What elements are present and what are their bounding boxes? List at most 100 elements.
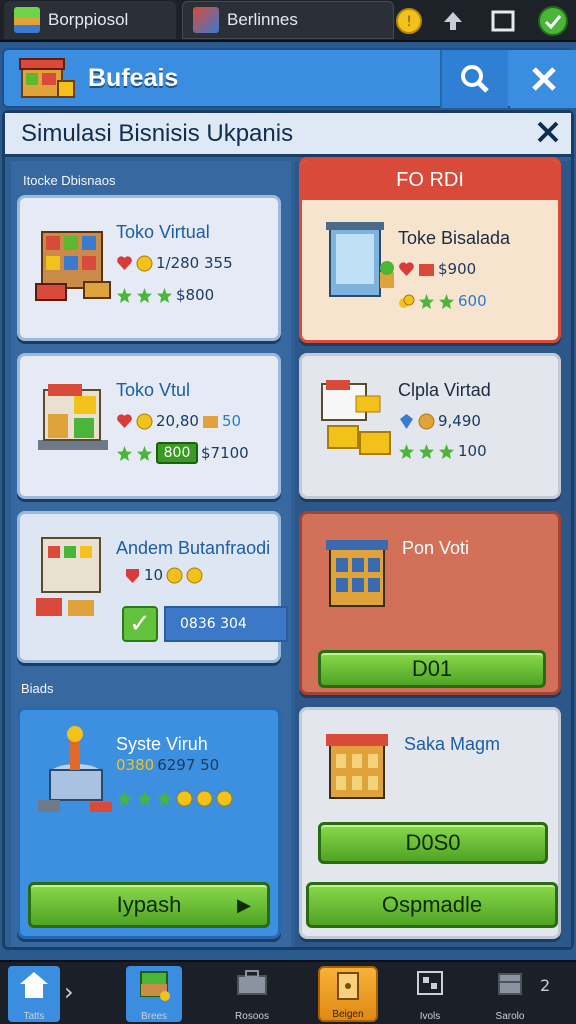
buy-button[interactable]: D0S0 [318,822,548,864]
stat-value: 50 [221,412,242,430]
heart-icon [116,413,133,430]
shop-shelf-icon [35,231,111,301]
app-header: Bufeais [2,48,576,108]
close-icon [537,121,559,143]
box-icon [202,413,219,430]
nav-building[interactable]: Beigen [318,966,378,1022]
business-card-toko-vtul[interactable]: Toko Vtul 20,80 50 800 $7100 [17,353,281,499]
coin-icon [418,413,435,430]
tab-business[interactable]: Berlinnes [182,1,394,39]
cheese-stall-icon [321,380,391,455]
search-icon [461,65,489,93]
star-icon [116,445,133,462]
stats-row [116,790,233,807]
star-icon [136,287,153,304]
building-icon [326,540,388,607]
nav-home[interactable]: Tatts [8,966,60,1022]
card-title: Toke Bisalada [398,228,511,248]
stats-row: 100 [398,442,487,460]
stats-row: 10 [124,566,203,584]
crate-icon [498,973,522,995]
tab-game[interactable]: Borppiosol [4,1,176,39]
confirm-checkbox[interactable]: ✓ [122,606,158,642]
bottom-navigation: Tatts › Brees Rosoos Beigen Ivols Sarolo… [0,960,576,1024]
coin-icon [176,790,193,807]
toolbox-icon [237,970,267,995]
expand-button[interactable]: Ospmadle [306,882,558,928]
business-card-toko-virtual[interactable]: Toko Virtual 1/280 355 $800 [17,195,281,341]
star-icon [438,443,455,460]
store-logo-icon [19,58,75,98]
business-card-clpla-virtad[interactable]: Clpla Virtad 9,490 100 [299,353,561,499]
nav-storage[interactable]: Sarolo [484,966,536,1022]
upgrade-button[interactable]: Iypash ▶ [28,882,270,928]
kiosk-icon [326,222,394,297]
shield-icon [124,567,141,584]
coin-icon [216,790,233,807]
business-card-andem[interactable]: Andem Butanfraodi 10 ✓ 0836 304 [17,511,288,663]
card-title: Saka Magm [404,734,501,754]
stat-value: 100 [458,442,487,460]
amount-field[interactable]: 0836 304 [164,606,288,642]
stat-value: 6297 50 [157,756,220,774]
card-title: Toko Virtual [116,222,210,242]
stats-row: 20,80 50 [116,412,241,430]
card-title: Toko Vtul [116,380,191,400]
stats-row: 0380 6297 50 [116,756,219,774]
close-button[interactable] [510,50,576,108]
upload-icon[interactable] [436,4,470,38]
business-card-saka-magm[interactable]: Saka Magm D0S0 Ospmadle [299,707,561,939]
stat-value: 9,490 [438,412,481,430]
coin-icon [186,567,203,584]
card-header: FO RDI [302,160,558,200]
nav-label: Rosoos [235,1011,269,1022]
stat-value: 600 [458,292,487,310]
play-arrow-icon: ▶ [237,894,251,915]
coin-icon [136,255,153,272]
nav-blocks[interactable]: Brees [126,966,182,1022]
nav-levels[interactable]: Ivols [404,966,456,1022]
star-icon [136,445,153,462]
heart-icon [116,255,133,272]
star-icon [156,287,173,304]
business-card-syste-viruh[interactable]: Syste Viruh 0380 6297 50 Iypash ▶ [17,707,281,939]
heart-icon [398,261,415,278]
business-card-toke-bisalada[interactable]: FO RDI Toke Bisalada $900 600 [299,157,561,343]
star-icon [398,443,415,460]
warehouse-icon [326,734,388,799]
nav-resources[interactable]: Rosoos [226,966,278,1022]
card-title: Pon Voti [402,538,470,558]
coin-icon [136,413,153,430]
button-label: Iypash [116,892,182,917]
browser-tab-bar: Borppiosol Berlinnes ! [0,0,576,42]
check-icon[interactable] [536,4,570,38]
value-badge: 800 [156,442,198,464]
dialog-close-button[interactable] [535,117,561,155]
buy-button[interactable]: D01 [318,650,546,688]
chevron-right-icon[interactable]: › [64,978,74,1006]
stat-value: 20,80 [156,412,199,430]
coin-icon[interactable]: ! [392,4,426,38]
card-title: Clpla Virtad [398,380,491,400]
shop-icon [193,7,219,33]
coins-icon [398,293,415,310]
dialog-header: Simulasi Bisnisis Ukpanis [5,113,571,157]
stat-value: $900 [438,260,477,278]
star-icon [116,790,133,807]
stat-value: 0380 [116,756,155,774]
card-title: Syste Viruh [116,734,208,754]
star-icon [418,443,435,460]
stat-value: 1/280 355 [156,254,233,272]
svg-text:!: ! [406,14,412,30]
nav-label: Ivols [419,1011,441,1022]
home-icon [20,972,48,998]
nav-label: Tatts [23,1011,45,1022]
business-card-pon-voti[interactable]: Pon Voti D01 [299,511,561,695]
search-button[interactable] [440,50,508,108]
star-icon [418,293,435,310]
machine-icon [38,726,112,812]
grid-icon [417,971,443,995]
window-icon[interactable] [486,4,520,38]
nav-label: Beigen [332,1009,364,1020]
nav-label: Brees [140,1011,168,1022]
